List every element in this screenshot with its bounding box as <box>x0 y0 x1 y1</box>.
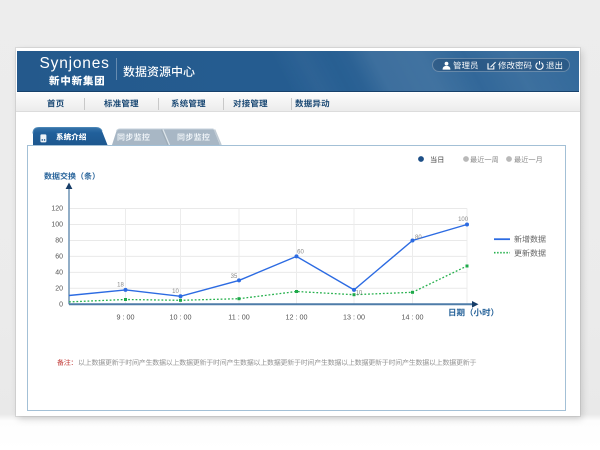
svg-text:18: 18 <box>117 282 124 288</box>
svg-text:80: 80 <box>55 238 63 245</box>
svg-text:13 : 00: 13 : 00 <box>343 312 365 321</box>
svg-text:80: 80 <box>415 235 422 241</box>
svg-text:100: 100 <box>458 217 469 223</box>
svg-text:9 : 00: 9 : 00 <box>117 312 135 321</box>
svg-text:60: 60 <box>297 249 304 255</box>
svg-text:60: 60 <box>55 253 63 260</box>
svg-text:10 : 00: 10 : 00 <box>170 312 192 321</box>
svg-text:120: 120 <box>51 206 63 213</box>
svg-text:35: 35 <box>231 274 238 280</box>
svg-text:0: 0 <box>59 301 63 308</box>
svg-text:14 : 00: 14 : 00 <box>402 312 424 321</box>
svg-text:12 : 00: 12 : 00 <box>286 312 308 321</box>
svg-text:40: 40 <box>55 269 63 276</box>
svg-text:11 : 00: 11 : 00 <box>228 312 249 321</box>
svg-text:100: 100 <box>51 222 63 229</box>
svg-text:10: 10 <box>356 291 363 297</box>
svg-text:20: 20 <box>55 285 63 292</box>
svg-text:10: 10 <box>172 289 179 295</box>
